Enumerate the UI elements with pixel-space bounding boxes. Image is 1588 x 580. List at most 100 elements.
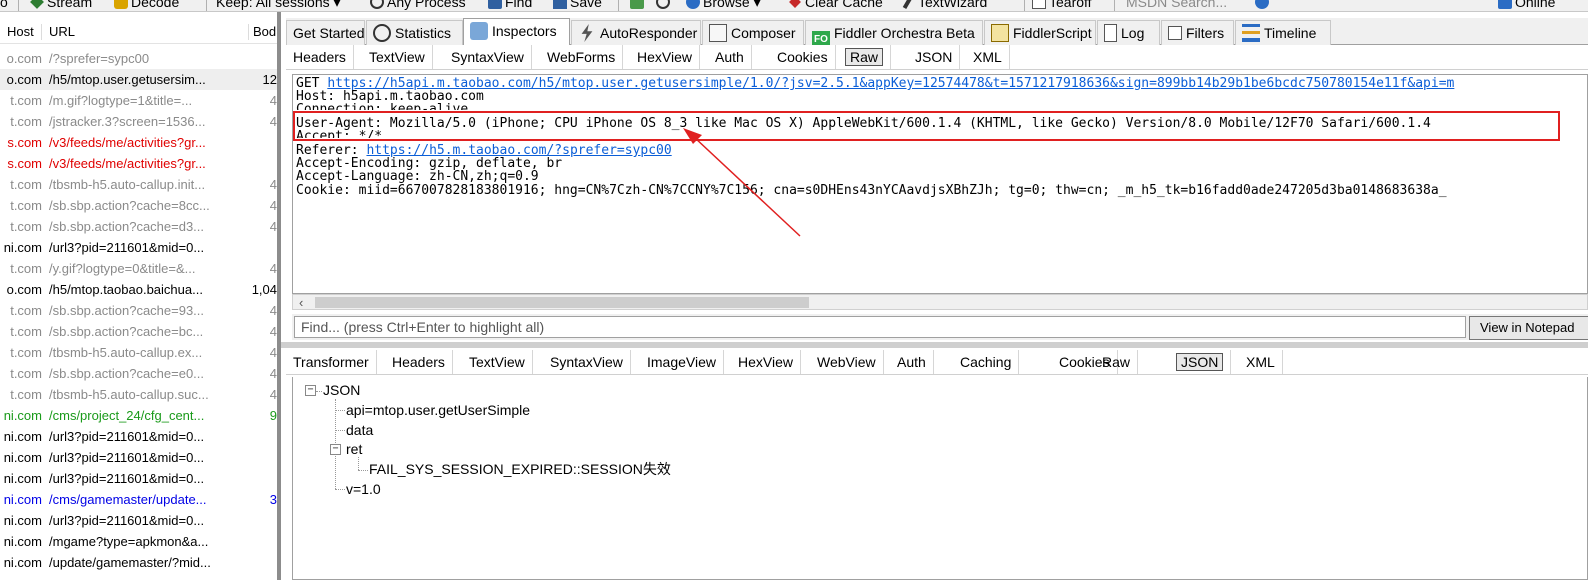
view-in-notepad-button[interactable]: View in Notepad bbox=[1469, 316, 1588, 340]
session-row[interactable]: t.com/sb.sbp.action?cache=bc... 4 bbox=[0, 321, 280, 342]
session-row[interactable]: t.com/tbsmb-h5.auto-callup.init... 4 bbox=[0, 174, 280, 195]
request-tab-json[interactable]: JSON bbox=[908, 45, 961, 69]
timer-button[interactable] bbox=[656, 0, 673, 11]
tab-autoresponder[interactable]: AutoResponder bbox=[571, 20, 701, 46]
request-tab-syntaxview[interactable]: SyntaxView bbox=[444, 45, 532, 69]
response-tab-json[interactable]: JSON bbox=[1169, 350, 1232, 374]
session-row[interactable]: ni.com/cms/gamemaster/update... 3 bbox=[0, 489, 280, 510]
session-row[interactable]: o.com /?sprefer=sypc00 bbox=[0, 48, 280, 69]
request-tab-raw[interactable]: Raw bbox=[838, 45, 892, 69]
session-row[interactable]: ni.com/url3?pid=211601&mid=0... bbox=[0, 468, 280, 489]
request-tab-headers[interactable]: Headers bbox=[286, 45, 354, 69]
session-row[interactable]: t.com/sb.sbp.action?cache=8cc... 4 bbox=[0, 195, 280, 216]
tab-label: HexView bbox=[637, 49, 692, 65]
scrollbar-thumb[interactable] bbox=[315, 297, 809, 308]
session-row[interactable]: t.com/tbsmb-h5.auto-callup.suc... 4 bbox=[0, 384, 280, 405]
session-row[interactable]: t.com/sb.sbp.action?cache=e0... 4 bbox=[0, 363, 280, 384]
session-row[interactable]: ni.com/update/gamemaster/?mid... bbox=[0, 552, 280, 573]
response-tab-hexview[interactable]: HexView bbox=[731, 350, 801, 374]
scroll-left-icon[interactable]: ‹ bbox=[299, 295, 303, 310]
tab-fiddlerscript[interactable]: FiddlerScript bbox=[984, 20, 1096, 46]
column-divider[interactable] bbox=[248, 24, 249, 40]
response-tab-imageview[interactable]: ImageView bbox=[640, 350, 725, 374]
tab-log[interactable]: Log bbox=[1097, 20, 1160, 46]
request-url-link[interactable]: https://h5api.m.taobao.com/h5/mtop.user.… bbox=[327, 76, 1454, 91]
tab-inspectors[interactable]: Inspectors bbox=[463, 18, 570, 46]
session-row[interactable]: ni.com/cms/project_24/cfg_cent... 9 bbox=[0, 405, 280, 426]
session-row[interactable]: ni.com/url3?pid=211601&mid=0... bbox=[0, 447, 280, 468]
help-button[interactable] bbox=[1255, 0, 1272, 11]
response-tab-webview[interactable]: WebView bbox=[810, 350, 884, 374]
json-root-node[interactable]: JSON bbox=[323, 382, 360, 399]
column-url[interactable]: URL bbox=[49, 20, 75, 44]
request-tab-webforms[interactable]: WebForms bbox=[540, 45, 624, 69]
session-row[interactable]: t.com/jstracker.3?screen=1536... 4 bbox=[0, 111, 280, 132]
response-tab-syntaxview[interactable]: SyntaxView bbox=[543, 350, 631, 374]
session-row[interactable]: ni.com/mgame?type=apkmon&a... bbox=[0, 531, 280, 552]
session-row[interactable]: o.com/h5/mtop.user.getusersim... 12 bbox=[0, 69, 280, 90]
collapse-toggle-icon[interactable]: − bbox=[330, 444, 341, 455]
header-connection: Connection: keep-alive bbox=[296, 103, 468, 110]
request-tab-hexview[interactable]: HexView bbox=[630, 45, 700, 69]
tab-composer[interactable]: Composer bbox=[702, 20, 804, 46]
collapse-toggle-icon[interactable]: − bbox=[305, 385, 316, 396]
session-row[interactable]: s.com/v3/feeds/me/activities?gr... bbox=[0, 132, 280, 153]
screenshot-button[interactable] bbox=[630, 0, 647, 11]
tab-timeline[interactable]: Timeline bbox=[1235, 20, 1331, 46]
decode-icon bbox=[114, 0, 128, 9]
request-raw-view[interactable]: GET https://h5api.m.taobao.com/h5/mtop.u… bbox=[292, 74, 1588, 294]
session-row[interactable]: t.com/m.gif?logtype=1&title=... 4 bbox=[0, 90, 280, 111]
response-tab-xml[interactable]: XML bbox=[1239, 350, 1283, 374]
session-row[interactable]: o.com/h5/mtop.taobao.baichua... 1,04 bbox=[0, 279, 280, 300]
keep-sessions-dropdown[interactable]: Keep: All sessions ▾ bbox=[216, 0, 341, 11]
session-row[interactable]: t.com/sb.sbp.action?cache=93... 4 bbox=[0, 300, 280, 321]
tab-statistics[interactable]: Statistics bbox=[366, 20, 463, 46]
response-tab-transformer[interactable]: Transformer bbox=[286, 350, 377, 374]
find-input[interactable]: Find... (press Ctrl+Enter to highlight a… bbox=[294, 316, 1466, 338]
response-tab-auth[interactable]: Auth bbox=[890, 350, 934, 374]
json-node-api[interactable]: api=mtop.user.getUserSimple bbox=[346, 402, 530, 419]
stream-button[interactable]: Stream bbox=[30, 0, 92, 11]
response-tab-caching[interactable]: Caching bbox=[953, 350, 1020, 374]
response-tab-headers[interactable]: Headers bbox=[385, 350, 453, 374]
session-list[interactable]: Host URL Bod o.com/?sprefer=sypc00 o.com /… bbox=[0, 12, 280, 580]
request-tab-auth[interactable]: Auth bbox=[708, 45, 752, 69]
find-button[interactable]: Find bbox=[488, 0, 532, 11]
response-json-view[interactable]: − JSON api=mtop.user.getUserSimple data … bbox=[292, 377, 1588, 580]
column-host[interactable]: Host bbox=[7, 20, 34, 44]
session-row[interactable]: t.com/sb.sbp.action?cache=d3... 4 bbox=[0, 216, 280, 237]
column-divider[interactable] bbox=[41, 24, 42, 40]
textwizard-button[interactable]: TextWizard bbox=[902, 0, 987, 11]
column-body[interactable]: Bod bbox=[253, 20, 276, 44]
any-process-button[interactable]: Any Process bbox=[370, 0, 466, 11]
json-node-v[interactable]: v=1.0 bbox=[346, 481, 381, 498]
session-row[interactable]: ni.com/url3?pid=211601&mid=0... bbox=[0, 237, 280, 258]
request-response-splitter[interactable] bbox=[281, 342, 1588, 348]
online-status[interactable]: Online bbox=[1498, 0, 1555, 11]
session-row[interactable]: t.com/tbsmb-h5.auto-callup.ex... 4 bbox=[0, 342, 280, 363]
script-icon bbox=[991, 24, 1009, 42]
browse-button[interactable]: Browse ▾ bbox=[686, 0, 761, 11]
session-row[interactable]: ni.com/url3?pid=211601&mid=0... bbox=[0, 426, 280, 447]
save-button[interactable]: Save bbox=[553, 0, 602, 11]
tab-filters[interactable]: Filters bbox=[1161, 20, 1234, 46]
request-tab-cookies[interactable]: Cookies bbox=[770, 45, 836, 69]
json-node-ret[interactable]: ret bbox=[346, 441, 362, 458]
response-tab-raw[interactable]: Raw bbox=[1095, 350, 1139, 374]
response-tab-textview[interactable]: TextView bbox=[462, 350, 533, 374]
json-node-data[interactable]: data bbox=[346, 422, 373, 439]
session-row[interactable]: ni.com/url3?pid=211601&mid=0... bbox=[0, 510, 280, 531]
tab-fiddler-orchestra[interactable]: FO Fiddler Orchestra Beta bbox=[805, 20, 983, 49]
clear-cache-button[interactable]: Clear Cache bbox=[788, 0, 883, 11]
tearoff-button[interactable]: Tearoff bbox=[1032, 0, 1092, 11]
raw-horizontal-scrollbar[interactable]: ‹ bbox=[292, 294, 1588, 310]
session-row[interactable]: s.com/v3/feeds/me/activities?gr... bbox=[0, 153, 280, 174]
request-tab-textview[interactable]: TextView bbox=[362, 45, 433, 69]
session-row[interactable]: t.com/y.gif?logtype=0&title=&... 4 bbox=[0, 258, 280, 279]
request-tab-xml[interactable]: XML bbox=[966, 45, 1010, 69]
decode-button[interactable]: Decode bbox=[114, 0, 179, 11]
tab-get-started[interactable]: Get Started bbox=[286, 20, 365, 46]
json-node-ret-value[interactable]: FAIL_SYS_SESSION_EXPIRED::SESSION失效 bbox=[369, 461, 671, 478]
pane-splitter[interactable] bbox=[277, 12, 281, 580]
msdn-search-input[interactable]: MSDN Search... bbox=[1126, 0, 1227, 11]
